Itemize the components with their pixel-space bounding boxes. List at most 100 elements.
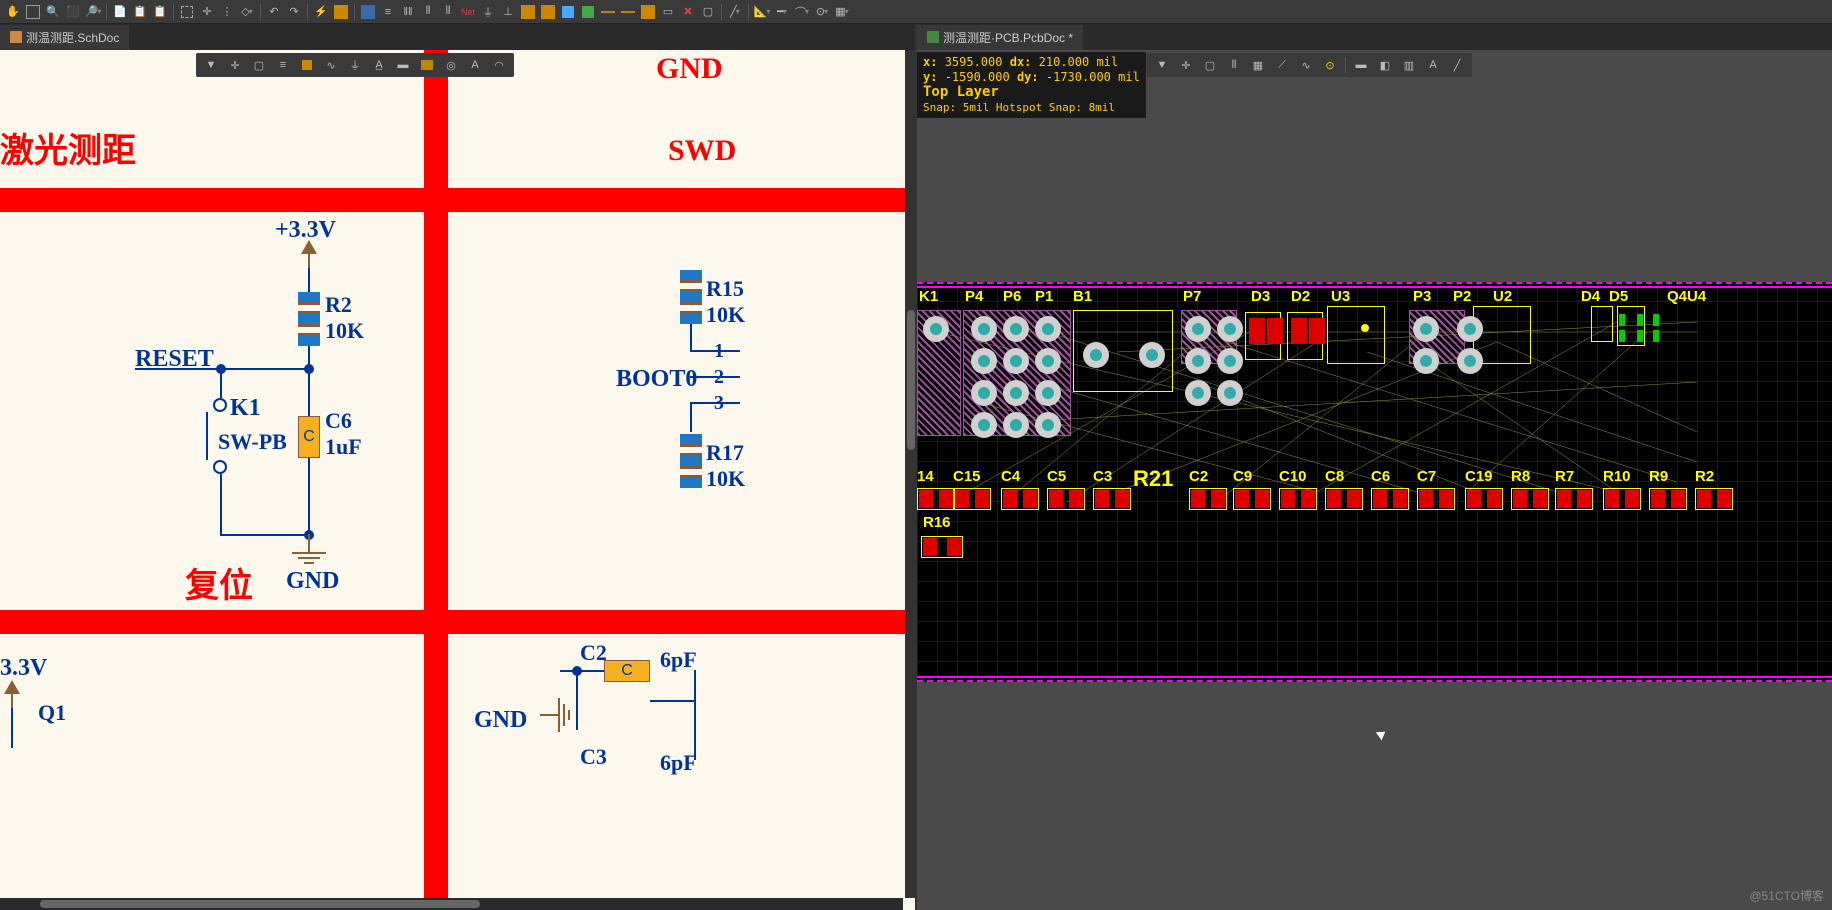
pad[interactable] (1035, 380, 1061, 406)
lasso-icon[interactable]: ◇▾ (238, 3, 256, 21)
smd-pad[interactable] (1373, 490, 1387, 508)
copy-icon[interactable]: 📄 (111, 3, 129, 21)
zoom-doc-icon[interactable]: 🔍 (44, 3, 62, 21)
smd-pad[interactable] (1347, 490, 1361, 508)
crosshair-icon[interactable]: ✛ (1175, 55, 1197, 75)
pad[interactable] (1035, 412, 1061, 438)
x-icon[interactable]: ✕ (679, 3, 697, 21)
print-icon[interactable] (24, 3, 42, 21)
green-pad[interactable] (1653, 330, 1659, 342)
route-icon[interactable] (599, 3, 617, 21)
resistor-r2[interactable] (298, 292, 320, 346)
text-icon[interactable]: A (1422, 55, 1444, 75)
pad[interactable] (1185, 348, 1211, 374)
align-left-icon[interactable] (359, 3, 377, 21)
zoom-fit-icon[interactable]: ⬛ (64, 3, 82, 21)
label-icon[interactable]: A̲ (368, 55, 390, 75)
pad[interactable] (1217, 348, 1243, 374)
smd-pad[interactable] (1309, 318, 1325, 344)
green-pad[interactable] (1619, 330, 1625, 342)
align-h-icon[interactable]: ≡ (379, 3, 397, 21)
blue-icon[interactable] (559, 3, 577, 21)
pad[interactable] (1413, 316, 1439, 342)
pad[interactable] (1185, 380, 1211, 406)
select-box-icon[interactable]: ▢ (248, 55, 270, 75)
pcb-canvas[interactable]: x: 3595.000 dx: 210.000 mil y: -1590.000… (917, 50, 1832, 910)
region-icon[interactable]: ◧ (1374, 55, 1396, 75)
smd-pad[interactable] (1487, 490, 1501, 508)
smd-pad[interactable] (1023, 490, 1037, 508)
pad[interactable] (971, 380, 997, 406)
smd-pad[interactable] (1255, 490, 1269, 508)
smd-pad[interactable] (1651, 490, 1665, 508)
arc-icon[interactable]: ⌒▾ (793, 3, 811, 21)
pad[interactable] (971, 316, 997, 342)
smd-pad[interactable] (1267, 318, 1283, 344)
filter-icon[interactable]: ▼ (200, 55, 222, 75)
smd-pad[interactable] (1605, 490, 1619, 508)
smd-pad[interactable] (1249, 318, 1265, 344)
smd-pad[interactable] (1069, 490, 1083, 508)
pad[interactable] (1035, 316, 1061, 342)
smd-pad[interactable] (955, 490, 969, 508)
port-icon[interactable]: ▢ (699, 3, 717, 21)
align-icon[interactable]: ≡ (272, 55, 294, 75)
hand-icon[interactable]: ✋ (4, 3, 22, 21)
pad-icon[interactable]: ⊙▾ (813, 3, 831, 21)
route2-icon[interactable] (619, 3, 637, 21)
smd-pad[interactable] (1671, 490, 1685, 508)
part-icon[interactable] (539, 3, 557, 21)
via-icon[interactable]: ━▾ (773, 3, 791, 21)
wire-icon[interactable]: ∿ (320, 55, 342, 75)
smd-pad[interactable] (1513, 490, 1527, 508)
paste-icon[interactable]: 📋 (131, 3, 149, 21)
smd-pad[interactable] (1625, 490, 1639, 508)
smd-pad[interactable] (1533, 490, 1547, 508)
pad[interactable] (1083, 342, 1109, 368)
distribute-v-icon[interactable]: ⫴ (439, 3, 457, 21)
track-icon[interactable]: ⟋ (1271, 55, 1293, 75)
green-pad[interactable] (1637, 314, 1643, 326)
crosshair-icon[interactable]: ✛ (224, 55, 246, 75)
smd-pad[interactable] (1419, 490, 1433, 508)
pad[interactable] (1217, 380, 1243, 406)
paste-special-icon[interactable]: 📋 (151, 3, 169, 21)
pad[interactable] (1413, 348, 1439, 374)
smd-pad[interactable] (975, 490, 989, 508)
pad[interactable] (971, 412, 997, 438)
select-box-icon[interactable]: ▢ (1199, 55, 1221, 75)
select-line-icon[interactable]: ⋮ (218, 3, 236, 21)
green-pad[interactable] (1637, 330, 1643, 342)
resistor-r15[interactable] (680, 270, 702, 324)
pad[interactable] (1457, 348, 1483, 374)
smd-pad[interactable] (919, 490, 933, 508)
smd-pad[interactable] (1281, 490, 1295, 508)
smd-pad[interactable] (939, 490, 953, 508)
via-icon[interactable]: ⊙ (1319, 55, 1341, 75)
chip-icon[interactable] (639, 3, 657, 21)
target-icon[interactable]: ◎ (440, 55, 462, 75)
schematic-canvas[interactable]: ▼ ✛ ▢ ≡ ∿ ⏚ A̲ ▬ ◎ A ◠ GND 激光测距 SWD (0, 50, 915, 910)
smd-pad[interactable] (1003, 490, 1017, 508)
gnd-icon[interactable]: ⏚ (479, 3, 497, 21)
bars-icon[interactable]: ⫴ (1223, 55, 1245, 75)
layer-icon[interactable]: ▬ (1350, 55, 1372, 75)
undo-icon[interactable]: ↶ (265, 3, 283, 21)
green-pad[interactable] (1619, 314, 1625, 326)
filter-icon[interactable]: ▼ (1151, 55, 1173, 75)
pad[interactable] (1185, 316, 1211, 342)
smd-pad[interactable] (1049, 490, 1063, 508)
align-v-icon[interactable]: ⫴ (419, 3, 437, 21)
resistor-r17[interactable] (680, 434, 702, 488)
3d-icon[interactable]: ▥ (1398, 55, 1420, 75)
smd-pad[interactable] (1467, 490, 1481, 508)
smd-pad[interactable] (1095, 490, 1109, 508)
distribute-h-icon[interactable]: ‖‖ (399, 3, 417, 21)
smd-pad[interactable] (947, 538, 961, 556)
smd-pad[interactable] (1577, 490, 1591, 508)
schematic-tab[interactable]: 测温测距.SchDoc (0, 25, 129, 50)
component-u3[interactable] (1327, 306, 1385, 364)
pad[interactable] (1003, 380, 1029, 406)
smd-pad[interactable] (1235, 490, 1249, 508)
move-icon[interactable]: ✛ (198, 3, 216, 21)
